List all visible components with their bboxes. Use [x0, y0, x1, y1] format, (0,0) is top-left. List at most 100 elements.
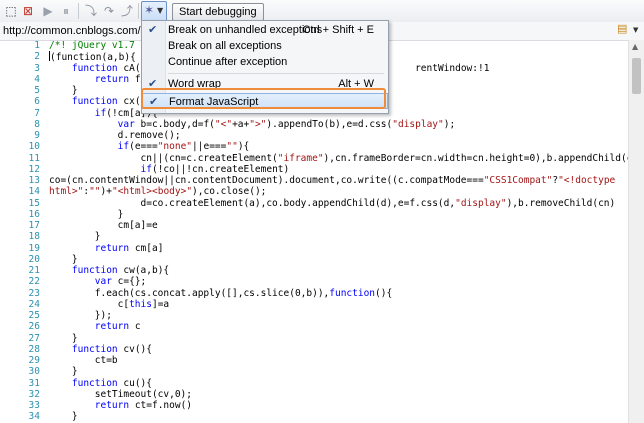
- code-token: }: [49, 253, 78, 265]
- code-line: }: [49, 254, 628, 265]
- line-number: 12: [28, 163, 40, 175]
- code-token: +a+: [232, 118, 250, 130]
- code-line: cn||(cn=c.createElement("iframe"),cn.fra…: [49, 152, 629, 164]
- checkmark-icon: ✔: [148, 23, 158, 36]
- code-token: co=(cn.contentWindow||cn.contentDocument…: [49, 175, 484, 186]
- line-number: 16: [28, 208, 40, 220]
- code-token: "<html><body>": [111, 186, 193, 198]
- chevron-down-icon[interactable]: ▼: [633, 26, 638, 34]
- line-number: 11: [28, 152, 40, 164]
- code-token: "iframe": [277, 152, 324, 164]
- line-number: 10: [28, 141, 40, 153]
- line-number: 24: [28, 298, 40, 310]
- code-token: "": [226, 141, 238, 153]
- code-token: "CSS1Compat": [483, 175, 553, 186]
- code-token: }: [49, 85, 78, 96]
- code-token: cm[a]=e: [49, 220, 158, 231]
- line-number: 15: [28, 197, 40, 209]
- code-token: ">": [249, 118, 267, 130]
- code-token: ),b.removeChild(cn): [506, 197, 616, 209]
- run-icon[interactable]: ▶: [40, 3, 56, 19]
- line-number: 4: [34, 73, 40, 85]
- chevron-down-icon: ▼: [157, 6, 164, 15]
- code-token: });: [49, 310, 112, 321]
- exception-settings-icon: ✶: [144, 3, 155, 17]
- line-number: 6: [34, 96, 40, 108]
- code-line: });: [49, 310, 628, 321]
- checkmark-icon: ✔: [148, 77, 158, 90]
- toolbar-divider: [138, 3, 139, 19]
- menu-item-break-all[interactable]: Break on all exceptions: [142, 38, 388, 54]
- code-token: d=co.createElement(a),co.body.appendChil…: [49, 197, 456, 209]
- step-into-icon[interactable]: ⤵: [83, 3, 99, 19]
- menu-item-label: Format JavaScript: [169, 96, 259, 108]
- start-debugging-button[interactable]: Start debugging: [172, 3, 264, 21]
- line-number: 31: [28, 377, 40, 389]
- code-line: }: [49, 209, 628, 220]
- menu-item-break-unhandled[interactable]: ✔ Break on unhandled exceptions Ctrl + S…: [142, 22, 388, 38]
- menu-item-continue-after[interactable]: Continue after exception: [142, 54, 388, 70]
- code-token: return: [94, 400, 130, 411]
- step-over-icon[interactable]: ↷: [101, 3, 117, 19]
- code-token: setTimeout(cv,0);: [49, 388, 192, 400]
- code-token: ]=a: [151, 298, 170, 310]
- code-token: ){: [237, 141, 250, 153]
- code-token: c={};: [111, 276, 147, 288]
- menu-item-shortcut: Alt + W: [338, 78, 374, 90]
- line-number-gutter: 1 2 3 4 5 6 7 8 9 10 11 12 13 14 15 16 17 18 19 20 21 22 23 24 2…: [0, 40, 45, 423]
- scrollbar-thumb[interactable]: [632, 58, 641, 94]
- pause-icon[interactable]: ⏸: [58, 3, 74, 19]
- vertical-scrollbar[interactable]: ▲: [628, 40, 644, 423]
- code-token: return: [94, 321, 130, 333]
- line-number: 23: [28, 287, 40, 299]
- code-token: (!co||!cn.createElement): [151, 163, 290, 175]
- code-token: function: [71, 377, 118, 389]
- scroll-up-icon[interactable]: ▲: [632, 42, 638, 51]
- code-token: }: [49, 366, 78, 378]
- line-number: 30: [28, 366, 40, 378]
- code-token: function: [71, 96, 118, 108]
- menu-item-format-javascript[interactable]: ✔ Format JavaScript: [142, 93, 388, 109]
- code-line: d=co.createElement(a),co.body.appendChil…: [49, 198, 628, 209]
- code-line: ct=b: [49, 355, 628, 366]
- line-number: 1: [34, 40, 40, 51]
- code-line: if(!co||!cn.createElement): [49, 164, 628, 175]
- code-token: (){: [375, 287, 393, 299]
- break-icon[interactable]: ⊠: [20, 3, 36, 19]
- line-number: 26: [28, 321, 40, 333]
- line-number: 25: [28, 310, 40, 321]
- code-line: f.each(cs.concat.apply([],cs.slice(0,b))…: [49, 288, 628, 299]
- menu-item-label: Break on unhandled exceptions: [168, 24, 323, 36]
- step-out-icon[interactable]: ⤴: [119, 3, 135, 19]
- exception-settings-button[interactable]: ✶ ▼: [141, 1, 167, 22]
- code-token: "<": [214, 118, 233, 130]
- code-token: if: [94, 107, 107, 119]
- cursor-select-icon[interactable]: ⬚: [3, 3, 19, 19]
- code-token: }: [49, 231, 101, 243]
- menu-item-word-wrap[interactable]: ✔ Word wrap Alt + W: [142, 76, 388, 92]
- line-number: 17: [28, 220, 40, 231]
- line-number: 20: [28, 253, 40, 265]
- code-token: ),co.close();: [192, 186, 267, 198]
- line-number: 19: [28, 242, 40, 254]
- line-number: 22: [28, 276, 40, 288]
- code-line: html>":"")+"<html><body>"),co.close();: [49, 186, 628, 197]
- line-number: 21: [28, 265, 40, 276]
- code-token: var: [94, 276, 112, 288]
- line-number: 3: [34, 62, 40, 74]
- code-token: function: [329, 287, 376, 299]
- code-token: cu(){: [117, 377, 152, 389]
- code-token: c: [129, 321, 141, 333]
- exception-settings-menu: ✔ Break on unhandled exceptions Ctrl + S…: [141, 20, 389, 114]
- code-token: c[: [49, 298, 130, 310]
- menu-item-label: Break on all exceptions: [168, 40, 282, 52]
